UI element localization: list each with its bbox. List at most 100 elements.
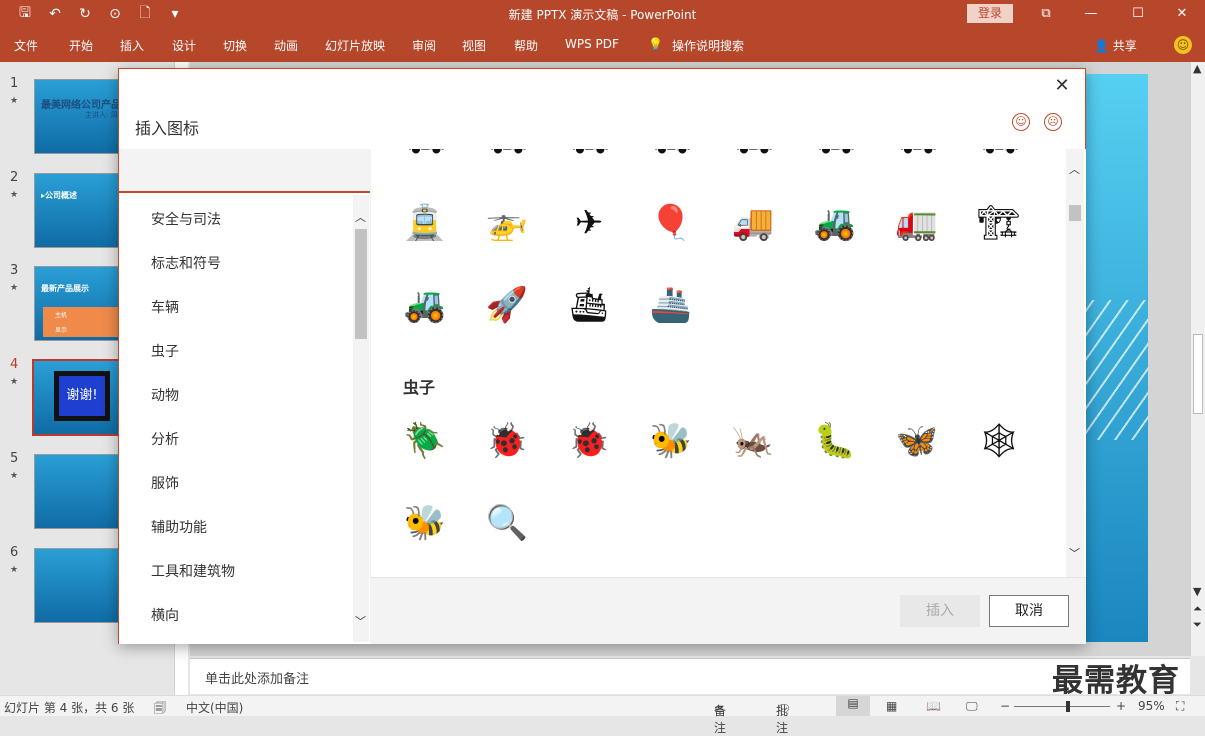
- category-item[interactable]: 分析: [151, 429, 179, 449]
- ribbon-display-options-icon[interactable]: ⧉: [1032, 3, 1060, 25]
- tab-slideshow[interactable]: 幻灯片放映: [325, 37, 385, 54]
- vehicle-icon[interactable]: ⛟: [893, 149, 941, 161]
- airplane-icon[interactable]: ✈: [565, 199, 613, 247]
- zoom-slider-handle[interactable]: [1066, 701, 1071, 712]
- grasshopper-icon[interactable]: 🦗: [729, 417, 777, 465]
- tram-icon[interactable]: 🚊: [401, 199, 449, 247]
- icon-gallery-scroll-thumb[interactable]: [1069, 205, 1081, 221]
- tractor-icon[interactable]: 🚜: [401, 281, 449, 329]
- bulldozer-icon[interactable]: 🚜: [811, 199, 859, 247]
- category-item[interactable]: 虫子: [151, 341, 179, 361]
- feedback-smile-icon[interactable]: ☺: [1012, 113, 1030, 131]
- category-item[interactable]: 安全与司法: [151, 209, 221, 229]
- vehicle-icon[interactable]: ⛟: [647, 149, 695, 161]
- fit-slide-icon[interactable]: ⛶: [1176, 699, 1184, 714]
- reading-view-icon[interactable]: 📖: [926, 699, 941, 713]
- rocket-icon[interactable]: 🚀: [483, 281, 531, 329]
- vehicle-icon[interactable]: ⛟: [483, 149, 531, 161]
- tab-insert[interactable]: 插入: [120, 37, 144, 54]
- beetle-icon[interactable]: 🪲: [401, 417, 449, 465]
- tab-view[interactable]: 视图: [462, 37, 486, 54]
- category-item[interactable]: 车辆: [151, 297, 179, 317]
- tab-design[interactable]: 设计: [172, 37, 196, 54]
- login-button[interactable]: 登录: [967, 4, 1013, 23]
- tell-me-search[interactable]: 操作说明搜索: [672, 37, 744, 54]
- ribbon-tabs: 文件 开始 插入 设计 切换 动画 幻灯片放映 审阅 视图 帮助 WPS PDF…: [0, 28, 1205, 62]
- caterpillar-icon[interactable]: 🐛: [811, 417, 859, 465]
- feedback-smiley-icon[interactable]: ☺: [1174, 36, 1192, 54]
- category-item[interactable]: 动物: [151, 385, 179, 405]
- close-icon[interactable]: ✕: [1049, 75, 1075, 99]
- scroll-up-icon[interactable]: ▲: [1193, 62, 1201, 75]
- canvas-scrollbar[interactable]: ▲ ▼ ⏶ ⏷: [1190, 62, 1205, 656]
- vehicle-icon[interactable]: ⛟: [975, 149, 1023, 161]
- chevron-down-icon[interactable]: ﹀: [355, 613, 366, 629]
- category-scrollbar[interactable]: ︿ ﹀: [353, 195, 369, 642]
- butterfly-icon[interactable]: 🦋: [893, 417, 941, 465]
- thumbnail-title: 最新产品展示: [41, 284, 89, 293]
- category-scroll-thumb[interactable]: [355, 229, 367, 339]
- cruise-ship-icon[interactable]: 🛳: [565, 281, 613, 329]
- notes-pane[interactable]: 单击此处添加备注: [190, 658, 1190, 694]
- vehicle-icon[interactable]: ⛟: [811, 149, 859, 161]
- tab-animations[interactable]: 动画: [274, 37, 298, 54]
- vehicle-icon[interactable]: ⛟: [729, 149, 777, 161]
- category-item[interactable]: 工具和建筑物: [151, 561, 235, 581]
- thumbnail-title: ▸公司概述: [41, 191, 78, 200]
- next-slide-icon[interactable]: ⏷: [1193, 618, 1202, 632]
- category-item[interactable]: 标志和符号: [151, 253, 221, 273]
- animation-star-icon: ★: [10, 190, 19, 200]
- bug-search-icon[interactable]: 🔍: [483, 499, 531, 547]
- zoom-out-icon[interactable]: −: [1000, 699, 1010, 713]
- zoom-in-icon[interactable]: +: [1116, 699, 1126, 713]
- scroll-down-icon[interactable]: ▼: [1193, 585, 1201, 598]
- chevron-down-icon[interactable]: ﹀: [1069, 545, 1080, 561]
- tab-home[interactable]: 开始: [69, 37, 93, 54]
- category-item[interactable]: 辅助功能: [151, 517, 207, 537]
- vehicle-icon[interactable]: ⛟: [565, 149, 613, 161]
- accessibility-icon[interactable]: 🗐: [154, 699, 166, 720]
- tab-transitions[interactable]: 切换: [223, 37, 247, 54]
- tab-help[interactable]: 帮助: [514, 37, 538, 54]
- maximize-icon[interactable]: ☐: [1124, 3, 1152, 25]
- minimize-icon[interactable]: —: [1077, 3, 1105, 25]
- tab-wps-pdf[interactable]: WPS PDF: [565, 37, 619, 51]
- language-indicator[interactable]: 中文(中国): [186, 699, 243, 716]
- scroll-thumb[interactable]: [1193, 334, 1203, 414]
- thumbnail-title: 最美网络公司产品: [41, 100, 121, 111]
- vehicle-icon[interactable]: ⛟: [401, 149, 449, 161]
- category-item[interactable]: 服饰: [151, 473, 179, 493]
- bug-icon[interactable]: 🐞: [483, 417, 531, 465]
- watermark-text: 最需教育: [1052, 663, 1180, 699]
- hot-air-balloon-icon[interactable]: 🎈: [647, 199, 695, 247]
- spider-web-icon[interactable]: 🕸: [975, 417, 1023, 465]
- thumbnail-thanks-box: 谢谢!: [54, 371, 110, 421]
- slide-sorter-icon[interactable]: ▦: [886, 699, 897, 713]
- excavator-icon[interactable]: 🏗: [975, 199, 1023, 247]
- tab-review[interactable]: 审阅: [412, 37, 436, 54]
- slideshow-view-icon[interactable]: 🖵: [966, 699, 978, 714]
- insert-button[interactable]: 插入: [900, 595, 980, 627]
- bee-icon[interactable]: 🐝: [647, 417, 695, 465]
- zoom-level[interactable]: 95%: [1138, 699, 1165, 713]
- chevron-up-icon[interactable]: ︿: [1069, 161, 1080, 177]
- feedback-frown-icon[interactable]: ☹: [1044, 113, 1062, 131]
- zoom-slider[interactable]: [1014, 701, 1110, 712]
- cancel-button[interactable]: 取消: [989, 595, 1069, 627]
- icon-gallery-scrollbar[interactable]: ︿ ﹀: [1066, 149, 1084, 577]
- notes-placeholder: 单击此处添加备注: [205, 672, 310, 687]
- animation-star-icon: ★: [10, 565, 19, 575]
- steamship-icon[interactable]: 🚢: [647, 281, 695, 329]
- chevron-up-icon[interactable]: ︿: [355, 209, 366, 225]
- normal-view-icon[interactable]: ▤: [836, 696, 870, 716]
- dump-truck-icon[interactable]: 🚚: [729, 199, 777, 247]
- share-button[interactable]: 👤 共享: [1094, 37, 1137, 54]
- beehive-icon[interactable]: 🐝: [401, 499, 449, 547]
- close-window-icon[interactable]: ✕: [1168, 3, 1196, 25]
- category-item[interactable]: 横向: [151, 605, 179, 625]
- previous-slide-icon[interactable]: ⏶: [1193, 602, 1202, 616]
- tab-file[interactable]: 文件: [14, 37, 38, 54]
- ladybug-icon[interactable]: 🐞: [565, 417, 613, 465]
- concrete-mixer-icon[interactable]: 🚛: [893, 199, 941, 247]
- helicopter-icon[interactable]: 🚁: [483, 199, 531, 247]
